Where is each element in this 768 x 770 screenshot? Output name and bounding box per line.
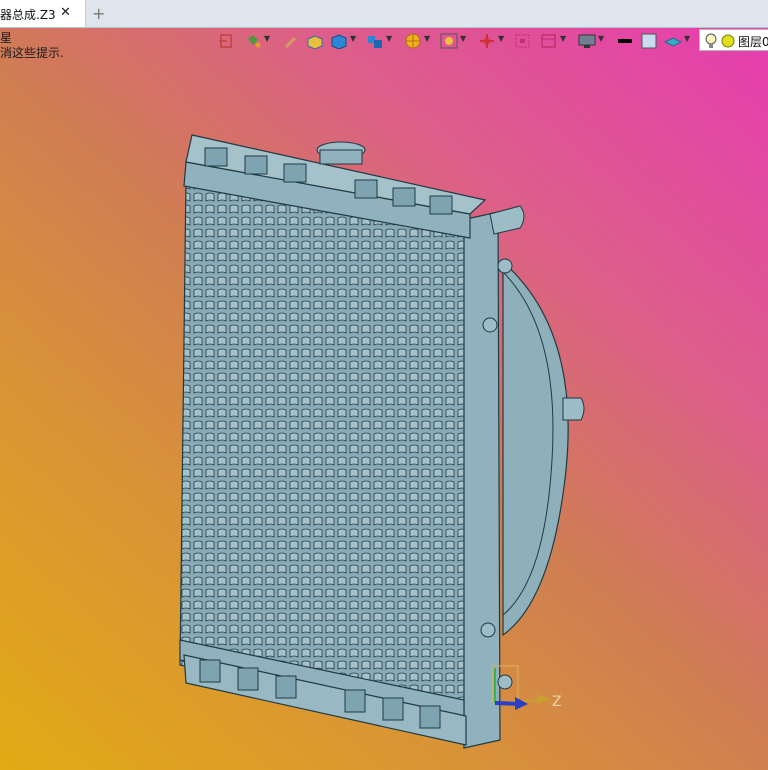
radiator-core — [179, 177, 465, 729]
lightbulb-icon[interactable] — [705, 33, 717, 49]
zoom-fit-icon[interactable]: ▼ — [440, 30, 472, 52]
paint-bucket-icon[interactable]: ▼ — [244, 30, 276, 52]
side-tank — [461, 211, 501, 749]
layer-status-dot[interactable] — [721, 34, 735, 48]
tab-title: 器总成.Z3 — [0, 8, 56, 22]
frame-icon[interactable]: ▼ — [540, 30, 572, 52]
move-axis-icon[interactable]: ▼ — [478, 30, 510, 52]
close-icon[interactable]: ✕ — [60, 5, 71, 20]
plane-icon[interactable]: ▼ — [664, 30, 696, 52]
document-tab[interactable]: 器总成.Z3 ✕ — [0, 0, 86, 27]
monitor-icon[interactable]: ▼ — [578, 30, 610, 52]
cube-icon[interactable]: ▼ — [330, 30, 362, 52]
radiator-model[interactable]: Z — [0, 28, 768, 770]
tab-bar: 器总成.Z3 ✕ + — [0, 0, 768, 28]
3d-viewport[interactable]: 星 消这些提示. Z ▼ ▼ ▼ ▼ ▼ ▼ ▼ ▼ ▼ 图层0 — [0, 28, 768, 770]
multi-cube-icon[interactable]: ▼ — [366, 30, 398, 52]
z-axis-label: Z — [552, 694, 562, 710]
layer-selector[interactable]: 图层0 — [699, 29, 768, 51]
plus-icon[interactable]: + — [92, 4, 105, 23]
fan-shroud — [502, 260, 585, 637]
sphere-section-icon[interactable]: ▼ — [404, 30, 436, 52]
layer-label: 图层0 — [738, 35, 768, 49]
